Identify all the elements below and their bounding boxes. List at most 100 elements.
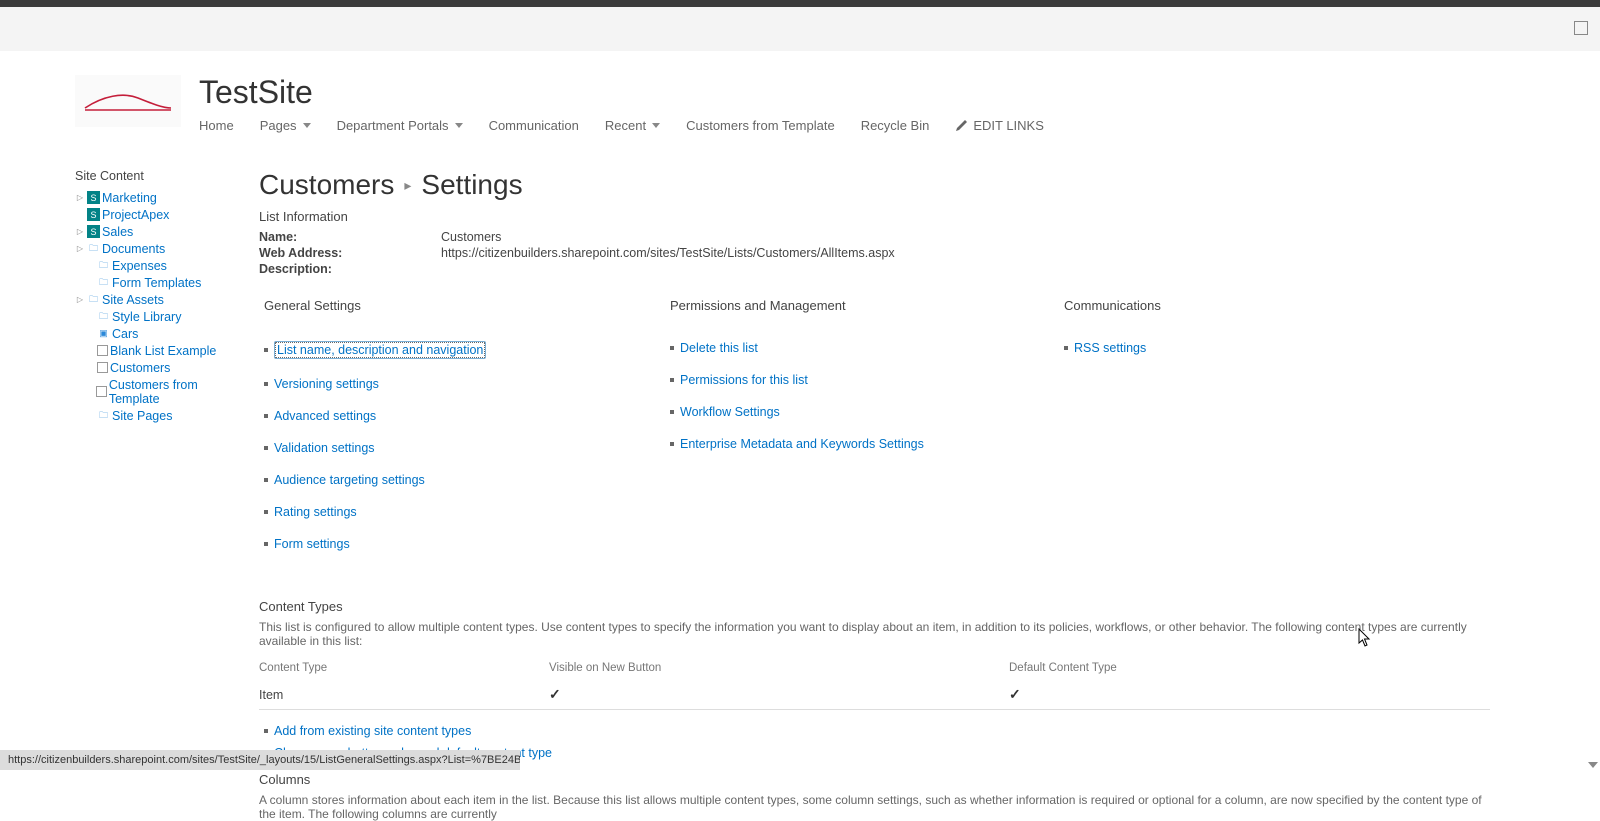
link-advanced-settings[interactable]: Advanced settings <box>274 409 376 423</box>
link-validation-settings[interactable]: Validation settings <box>274 441 375 455</box>
sidebar-item-documents[interactable]: ▷ 🗀 Documents <box>75 240 243 257</box>
sidebar-item-style-library[interactable]: 🗀 Style Library <box>75 308 243 325</box>
bullet-icon <box>264 510 268 514</box>
link-form-settings[interactable]: Form settings <box>274 537 350 551</box>
sidebar-item-cars[interactable]: ▣ Cars <box>75 325 243 342</box>
bullet-icon <box>264 542 268 546</box>
link-delete-list[interactable]: Delete this list <box>680 341 758 355</box>
library-icon: 🗀 <box>97 259 110 272</box>
list-icon <box>96 386 106 397</box>
content-type-item-link[interactable]: Item <box>259 688 283 702</box>
nav-home[interactable]: Home <box>199 118 234 133</box>
tree-expand-icon[interactable]: ▷ <box>75 227 85 236</box>
tree-expand-icon[interactable]: ▷ <box>75 295 85 304</box>
sidebar-item-site-pages[interactable]: 🗀 Site Pages <box>75 407 243 424</box>
sidebar-item-customers-template[interactable]: Customers from Template <box>75 376 243 407</box>
site-title[interactable]: TestSite <box>199 75 1044 110</box>
link-rss-settings[interactable]: RSS settings <box>1074 341 1146 355</box>
sidebar-item-label: ProjectApex <box>102 208 169 222</box>
scroll-down-icon[interactable] <box>1586 756 1598 768</box>
general-settings-heading: General Settings <box>259 298 665 313</box>
breadcrumb-page: Settings <box>421 169 522 201</box>
bullet-icon <box>264 478 268 482</box>
nav-customers-template[interactable]: Customers from Template <box>686 118 835 133</box>
list-icon <box>97 362 108 373</box>
sidebar-item-label: Site Pages <box>112 409 172 423</box>
nav-department-portals[interactable]: Department Portals <box>337 118 463 133</box>
library-icon: 🗀 <box>97 276 110 289</box>
edit-links-button[interactable]: EDIT LINKS <box>955 118 1044 133</box>
permissions-heading: Permissions and Management <box>665 298 1059 313</box>
link-add-existing-ct[interactable]: Add from existing site content types <box>274 724 471 738</box>
chevron-down-icon <box>303 123 311 128</box>
pencil-icon <box>955 120 967 132</box>
sidebar-item-marketing[interactable]: ▷ S Marketing <box>75 189 243 206</box>
list-icon <box>97 345 108 356</box>
left-nav: Site Content ▷ S Marketing S ProjectApex… <box>75 169 243 821</box>
tree-expand-icon[interactable]: ▷ <box>75 193 85 202</box>
link-permissions-list[interactable]: Permissions for this list <box>680 373 808 387</box>
name-value: Customers <box>441 230 501 244</box>
bullet-icon <box>670 346 674 350</box>
link-audience-targeting[interactable]: Audience targeting settings <box>274 473 425 487</box>
bullet-icon <box>264 348 268 352</box>
columns-section: Columns A column stores information abou… <box>259 772 1490 821</box>
bullet-icon <box>670 442 674 446</box>
link-list-name-desc-nav[interactable]: List name, description and navigation <box>274 341 486 359</box>
communications-col: Communications RSS settings <box>1059 298 1419 569</box>
suite-bar <box>0 7 1600 51</box>
library-icon: 🗀 <box>97 409 110 422</box>
columns-heading: Columns <box>259 772 1490 787</box>
library-icon: 🗀 <box>87 242 100 255</box>
bullet-icon <box>670 410 674 414</box>
sidebar-item-customers[interactable]: Customers <box>75 359 243 376</box>
tree-expand-icon[interactable]: ▷ <box>75 244 85 253</box>
table-row: Item ✓ ✓ <box>259 680 1490 710</box>
car-swoosh-icon <box>83 86 173 116</box>
link-workflow-settings[interactable]: Workflow Settings <box>680 405 780 419</box>
sharepoint-site-icon: S <box>87 225 100 238</box>
library-icon: 🗀 <box>87 293 100 306</box>
library-icon: 🗀 <box>97 310 110 323</box>
edit-links-label: EDIT LINKS <box>973 118 1044 133</box>
sidebar-item-label: Documents <box>102 242 165 256</box>
sidebar-item-projectapex[interactable]: S ProjectApex <box>75 206 243 223</box>
sidebar-item-label: Customers <box>110 361 170 375</box>
nav-recycle-bin[interactable]: Recycle Bin <box>861 118 930 133</box>
chevron-down-icon <box>652 123 660 128</box>
bullet-icon <box>670 378 674 382</box>
sidebar-item-form-templates[interactable]: 🗀 Form Templates <box>75 274 243 291</box>
nav-recent[interactable]: Recent <box>605 118 660 133</box>
top-nav: Home Pages Department Portals Communicat… <box>199 118 1044 133</box>
sidebar-item-label: Form Templates <box>112 276 201 290</box>
sidebar-item-site-assets[interactable]: ▷ 🗀 Site Assets <box>75 291 243 308</box>
focus-content-icon[interactable] <box>1574 21 1588 35</box>
col-content-type[interactable]: Content Type <box>259 658 549 680</box>
bullet-icon <box>264 382 268 386</box>
content-types-section: Content Types This list is configured to… <box>259 599 1490 760</box>
sidebar-item-expenses[interactable]: 🗀 Expenses <box>75 257 243 274</box>
nav-communication[interactable]: Communication <box>489 118 579 133</box>
site-header: TestSite Home Pages Department Portals C… <box>0 51 1600 133</box>
breadcrumb-sep-icon: ▸ <box>404 177 411 194</box>
check-icon: ✓ <box>549 686 561 702</box>
link-enterprise-metadata[interactable]: Enterprise Metadata and Keywords Setting… <box>680 437 924 451</box>
chevron-down-icon <box>455 123 463 128</box>
content-types-desc: This list is configured to allow multipl… <box>259 620 1490 648</box>
columns-desc: A column stores information about each i… <box>259 793 1490 821</box>
check-icon: ✓ <box>1009 686 1021 702</box>
sidebar-item-blank-list[interactable]: Blank List Example <box>75 342 243 359</box>
communications-heading: Communications <box>1059 298 1419 313</box>
web-address-label: Web Address: <box>259 246 441 260</box>
web-address-value: https://citizenbuilders.sharepoint.com/s… <box>441 246 895 260</box>
link-versioning-settings[interactable]: Versioning settings <box>274 377 379 391</box>
breadcrumb-list[interactable]: Customers <box>259 169 394 201</box>
site-logo[interactable] <box>75 75 181 127</box>
col-visible[interactable]: Visible on New Button <box>549 658 1009 680</box>
sidebar-item-sales[interactable]: ▷ S Sales <box>75 223 243 240</box>
permissions-col: Permissions and Management Delete this l… <box>665 298 1059 569</box>
nav-pages[interactable]: Pages <box>260 118 311 133</box>
col-default[interactable]: Default Content Type <box>1009 658 1490 680</box>
status-url: https://citizenbuilders.sharepoint.com/s… <box>8 754 520 766</box>
link-rating-settings[interactable]: Rating settings <box>274 505 357 519</box>
